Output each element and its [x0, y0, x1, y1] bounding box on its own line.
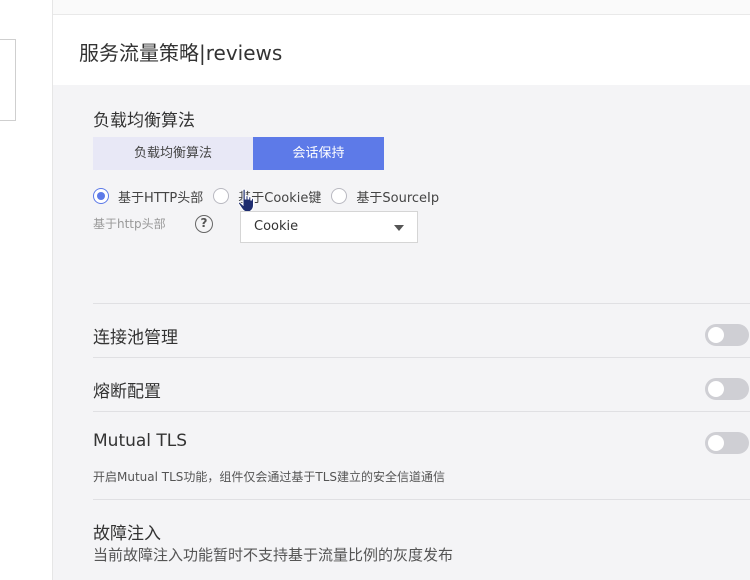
policy-content: 负载均衡算法 负载均衡算法 会话保持 基于HTTP头部 基于Cookie键 基于… [53, 85, 750, 580]
radio-source-ip-label: 基于SourceIp [356, 190, 440, 206]
toggle-knob [708, 381, 724, 397]
tab-session-affinity[interactable]: 会话保持 [253, 137, 384, 170]
mutual-tls-title: Mutual TLS [93, 431, 188, 451]
left-pane [0, 0, 53, 580]
fault-injection-title: 故障注入 [93, 524, 161, 544]
load-balancing-title: 负载均衡算法 [93, 111, 195, 131]
top-strip [53, 0, 750, 15]
chevron-down-icon [394, 225, 404, 231]
left-input-box[interactable] [0, 39, 16, 121]
http-header-select[interactable]: Cookie [240, 211, 418, 243]
panel-title: 服务流量策略|reviews [79, 41, 283, 65]
connection-pool-toggle[interactable] [705, 324, 749, 346]
divider [93, 411, 750, 412]
divider [93, 357, 750, 358]
tab-load-balancing-algorithm[interactable]: 负载均衡算法 [93, 137, 253, 170]
circuit-breaker-toggle[interactable] [705, 378, 749, 400]
circuit-breaker-title: 熔断配置 [93, 382, 161, 402]
http-header-select-value: Cookie [254, 219, 299, 234]
radio-http-header-label: 基于HTTP头部 [118, 190, 204, 206]
radio-source-ip[interactable] [331, 188, 348, 204]
connection-pool-title: 连接池管理 [93, 328, 178, 348]
toggle-knob [708, 435, 724, 451]
http-header-label: 基于http头部 [93, 217, 166, 231]
radio-option-source-ip[interactable]: 基于SourceIp [331, 187, 439, 206]
help-icon[interactable]: ? [195, 215, 213, 233]
mutual-tls-description: 开启Mutual TLS功能，组件仅会通过基于TLS建立的安全信道通信 [93, 470, 446, 484]
mutual-tls-toggle[interactable] [705, 432, 749, 454]
fault-injection-description: 当前故障注入功能暂时不支持基于流量比例的灰度发布 [93, 546, 454, 564]
toggle-knob [708, 327, 724, 343]
radio-http-header[interactable] [93, 188, 109, 204]
load-balancing-tabs: 负载均衡算法 会话保持 [93, 137, 384, 170]
divider [93, 499, 750, 500]
radio-option-cookie[interactable]: 基于Cookie键 [213, 187, 321, 206]
radio-option-http-header[interactable]: 基于HTTP头部 [93, 187, 203, 206]
divider [93, 303, 750, 304]
panel-header: 服务流量策略|reviews [53, 15, 750, 85]
affinity-radio-group: 基于HTTP头部 基于Cookie键 基于SourceIp [93, 185, 449, 207]
radio-cookie[interactable] [213, 188, 230, 204]
